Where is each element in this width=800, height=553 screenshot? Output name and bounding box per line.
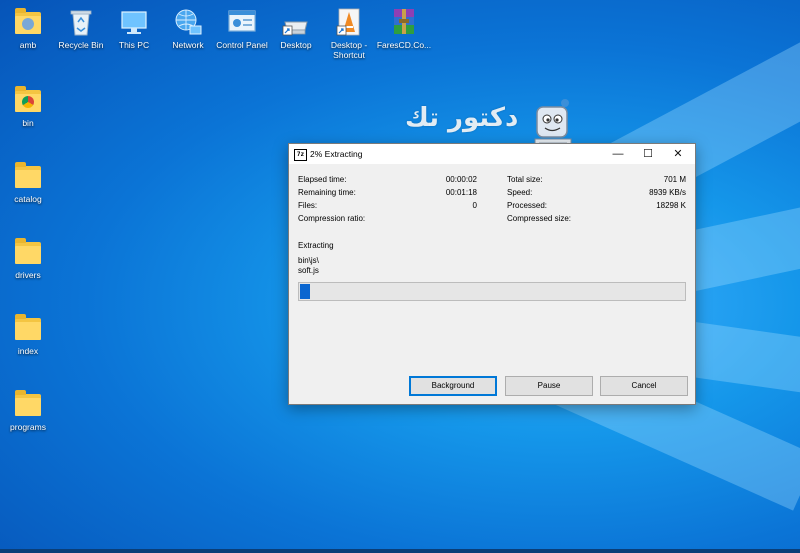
total-size-label: Total size:: [507, 175, 543, 184]
processed-value: 18298 K: [656, 201, 686, 210]
background-button[interactable]: Background: [409, 376, 497, 396]
compression-ratio-label: Compression ratio:: [298, 214, 366, 223]
desktop-icon-label: Desktop - Shortcut: [330, 40, 368, 60]
this-pc-icon: [118, 6, 150, 38]
elapsed-time-label: Elapsed time:: [298, 175, 347, 184]
desktop-icon-drivers[interactable]: drivers: [0, 236, 56, 280]
extraction-progress-bar: [298, 282, 686, 301]
speed-value: 8939 KB/s: [649, 188, 686, 197]
desktop-icon-bin[interactable]: bin: [0, 84, 56, 128]
files-value: 0: [472, 201, 477, 210]
elapsed-time-value: 00:00:02: [445, 175, 477, 184]
desktop-icon-label: Recycle Bin: [58, 40, 104, 50]
desktop-icon-label: drivers: [15, 270, 41, 280]
desktop-icon-label: Network: [172, 40, 204, 50]
desktop-icon-amb[interactable]: amb: [0, 6, 56, 50]
user-folder-icon: [12, 6, 44, 38]
desktop-icon-index[interactable]: index: [0, 312, 56, 356]
desktop-icon-label: amb: [19, 40, 37, 50]
desktop-icon-network[interactable]: Network: [160, 6, 216, 50]
network-icon: [172, 6, 204, 38]
desktop-icon-label: FaresCD.Co...: [376, 40, 432, 50]
taskbar-edge: [0, 549, 800, 553]
7zip-app-icon: 7z: [294, 149, 307, 161]
winrar-icon: [388, 6, 420, 38]
desktop-icon-label: programs: [10, 422, 46, 432]
desktop-icon-recycle-bin[interactable]: Recycle Bin: [53, 6, 109, 50]
shortcut-icon: [333, 6, 365, 38]
extraction-dialog[interactable]: 7z 2% Extracting — ☐ ✕ Elapsed time: 00:…: [288, 143, 696, 405]
desktop-drive-icon: [280, 6, 312, 38]
current-file: soft.js: [298, 266, 319, 275]
desktop-icon-label: Desktop: [280, 40, 312, 50]
desktop-background[interactable]: amb Recycle Bin This PC Network Control …: [0, 0, 800, 553]
desktop-icon-label: index: [17, 346, 39, 356]
pause-button[interactable]: Pause: [505, 376, 593, 396]
folder-icon: [12, 312, 44, 344]
desktop-icon-desktop[interactable]: Desktop: [268, 6, 324, 50]
total-size-value: 701 M: [663, 175, 686, 184]
recycle-bin-icon: [65, 6, 97, 38]
cancel-button[interactable]: Cancel: [600, 376, 688, 396]
dialog-title: 2% Extracting: [310, 149, 363, 159]
desktop-icon-desktop-shortcut[interactable]: Desktop - Shortcut: [321, 6, 377, 60]
minimize-button[interactable]: —: [603, 144, 633, 164]
files-label: Files:: [298, 201, 318, 210]
desktop-icon-label: bin: [22, 118, 34, 128]
chrome-folder-icon: [12, 84, 44, 116]
processed-label: Processed:: [507, 201, 548, 210]
folder-icon: [12, 236, 44, 268]
watermark-text: دكتور تك: [405, 103, 519, 133]
desktop-icon-this-pc[interactable]: This PC: [106, 6, 162, 50]
remaining-time-value: 00:01:18: [445, 188, 477, 197]
desktop-icon-programs[interactable]: programs: [0, 388, 56, 432]
maximize-button[interactable]: ☐: [633, 144, 663, 164]
folder-icon: [12, 388, 44, 420]
desktop-icon-label: Control Panel: [216, 40, 268, 50]
operation-label: Extracting: [298, 241, 334, 250]
compressed-size-label: Compressed size:: [507, 214, 572, 223]
desktop-icon-label: This PC: [118, 40, 150, 50]
current-path: bin\js\: [298, 256, 319, 265]
close-button[interactable]: ✕: [663, 144, 693, 164]
desktop-icon-control-panel[interactable]: Control Panel: [214, 6, 270, 50]
remaining-time-label: Remaining time:: [298, 188, 356, 197]
desktop-icon-catalog[interactable]: catalog: [0, 160, 56, 204]
progress-fill: [300, 284, 310, 299]
folder-icon: [12, 160, 44, 192]
speed-label: Speed:: [507, 188, 533, 197]
dialog-titlebar[interactable]: 7z 2% Extracting — ☐ ✕: [289, 144, 695, 164]
control-panel-icon: [226, 6, 258, 38]
desktop-icon-farescd[interactable]: FaresCD.Co...: [376, 6, 432, 50]
desktop-icon-label: catalog: [14, 194, 42, 204]
